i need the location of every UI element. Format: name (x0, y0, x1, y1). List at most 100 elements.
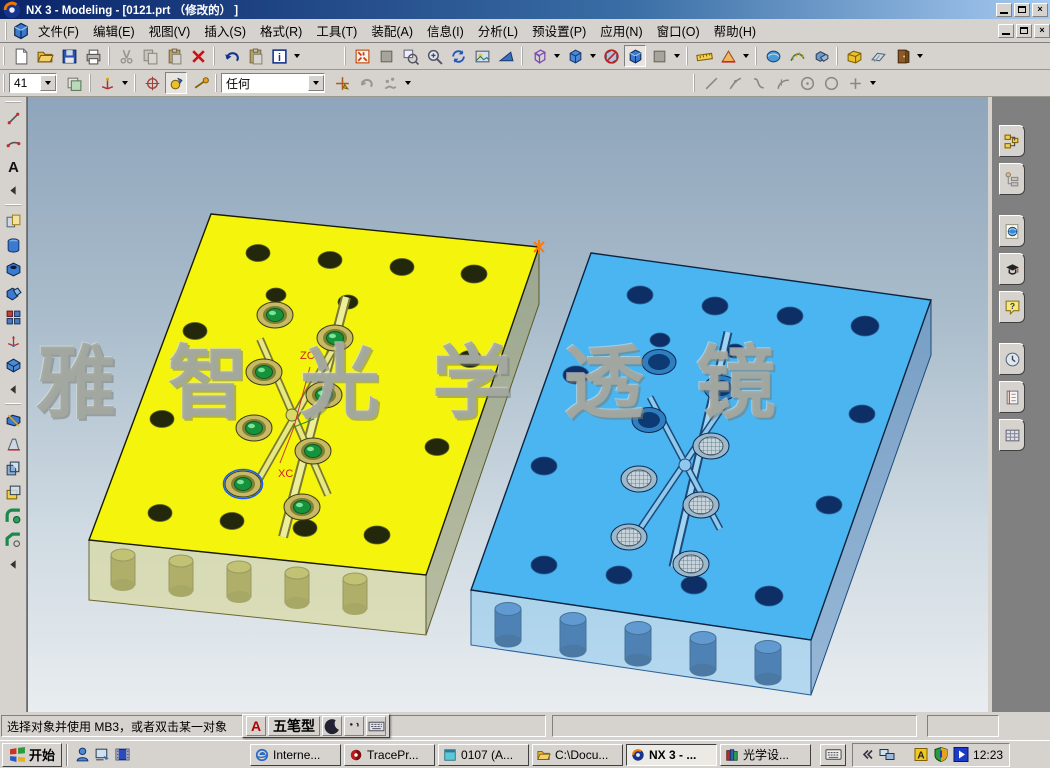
hidden-edge-button[interactable] (600, 45, 622, 67)
print-button[interactable] (82, 45, 104, 67)
sketch-arc-button[interactable] (2, 131, 24, 153)
network-icon[interactable] (879, 747, 895, 763)
curve-analysis-button[interactable] (786, 45, 808, 67)
layer-dropdown[interactable]: 41 (9, 73, 57, 93)
quicklaunch-messenger[interactable] (72, 745, 92, 765)
player-icon[interactable] (953, 747, 969, 763)
information-button[interactable]: i (268, 45, 290, 67)
shaded-button[interactable] (624, 45, 646, 67)
datum-plane-button[interactable] (2, 210, 24, 232)
undo-selection-button[interactable] (355, 72, 377, 94)
hole-button[interactable] (2, 258, 24, 280)
title-bar[interactable]: NX 3 - Modeling - [0121.prt （修改的） ] × (0, 0, 1050, 19)
rotate-view-button[interactable] (447, 45, 469, 67)
curve-circle-center-button[interactable] (796, 72, 818, 94)
csys-button[interactable] (2, 330, 24, 352)
paste-button[interactable] (163, 45, 185, 67)
zoom-button[interactable] (423, 45, 445, 67)
drag-button[interactable] (379, 72, 401, 94)
unite-button[interactable] (2, 282, 24, 304)
shaded-wireframe-button[interactable] (564, 45, 586, 67)
task-internet-explorer[interactable]: Interne... (250, 744, 341, 766)
yellow-mold-plate[interactable] (89, 214, 544, 635)
menu-edit[interactable]: 编辑(E) (86, 18, 142, 43)
cut-button[interactable] (115, 45, 137, 67)
selection-filter-dropdown[interactable]: 任何 (221, 73, 325, 93)
shell-button[interactable] (2, 457, 24, 479)
menu-file[interactable]: 文件(F) (31, 18, 86, 43)
quicklaunch-media-player[interactable] (112, 745, 132, 765)
minimize-button[interactable] (996, 3, 1012, 17)
more-features-button[interactable] (2, 378, 24, 400)
assembly-navigator-tab[interactable] (999, 125, 1025, 157)
curve-arc-button[interactable] (772, 72, 794, 94)
measure-angle-button[interactable] (717, 45, 739, 67)
menu-analysis[interactable]: 分析(L) (471, 18, 525, 43)
undo-button[interactable] (220, 45, 242, 67)
more-curves-button[interactable] (2, 179, 24, 201)
menu-window[interactable]: 窗口(O) (650, 18, 707, 43)
draft-button[interactable] (2, 433, 24, 455)
menu-application[interactable]: 应用(N) (593, 18, 649, 43)
table-tab[interactable] (999, 419, 1025, 451)
child-close-button[interactable]: × (1034, 24, 1050, 38)
menu-information[interactable]: 信息(I) (420, 18, 471, 43)
blue-mold-plate[interactable] (471, 253, 931, 695)
curve-point-button[interactable] (844, 72, 866, 94)
notebook-tab[interactable] (999, 381, 1025, 413)
transform-button[interactable] (244, 45, 266, 67)
layer-settings-button[interactable] (63, 72, 85, 94)
restore-button[interactable] (1014, 3, 1030, 17)
copy-button[interactable] (139, 45, 161, 67)
toolbar-overflow-icon[interactable] (294, 54, 300, 58)
web-browser-tab[interactable] (999, 215, 1025, 247)
section-analysis-button[interactable] (810, 45, 832, 67)
fit-view-button[interactable] (351, 45, 373, 67)
ime-punct-button[interactable] (344, 716, 364, 736)
chamfer-button[interactable] (2, 529, 24, 551)
task-0107[interactable]: 0107 (A... (438, 744, 529, 766)
snapshot-button[interactable] (471, 45, 493, 67)
ime-method-button[interactable]: 五笔型 (268, 716, 320, 736)
new-button[interactable] (10, 45, 32, 67)
extrude-button[interactable] (2, 234, 24, 256)
menu-preferences[interactable]: 预设置(P) (525, 18, 593, 43)
training-tab[interactable] (999, 253, 1025, 285)
keyboard-layout-button[interactable] (820, 744, 846, 766)
task-explorer-folder[interactable]: C:\Docu... (532, 744, 623, 766)
text-button[interactable]: A (2, 155, 24, 177)
task-optical-design[interactable]: 光学设... (720, 744, 811, 766)
wireframe-button[interactable] (528, 45, 550, 67)
offset-button[interactable] (2, 481, 24, 503)
start-button[interactable]: 开始 (2, 743, 62, 767)
curve-circle-button[interactable] (820, 72, 842, 94)
more-ops-button[interactable] (2, 553, 24, 575)
tray-expand-button[interactable] (859, 747, 875, 763)
menu-help[interactable]: 帮助(H) (707, 18, 763, 43)
edge-blend-button[interactable] (2, 505, 24, 527)
studio-button[interactable] (648, 45, 670, 67)
menu-grip[interactable] (5, 22, 8, 40)
ime-language-bar[interactable]: A 五笔型 (242, 714, 390, 738)
close-button[interactable]: × (1032, 3, 1048, 17)
shield-icon[interactable] (933, 747, 949, 763)
part-navigator-tab[interactable] (999, 163, 1025, 195)
menu-format[interactable]: 格式(R) (253, 18, 309, 43)
instance-button[interactable] (2, 306, 24, 328)
zoom-box-button[interactable] (399, 45, 421, 67)
face-analysis-button[interactable] (762, 45, 784, 67)
ime-lang-button[interactable]: A (246, 716, 266, 736)
alarm-icon[interactable]: A (913, 747, 929, 763)
task-nx3[interactable]: NX 3 - ... (626, 744, 717, 766)
delete-button[interactable] (187, 45, 209, 67)
wcs-dynamics-button[interactable] (96, 72, 118, 94)
measure-distance-button[interactable] (693, 45, 715, 67)
curve-line-button[interactable] (700, 72, 722, 94)
save-button[interactable] (58, 45, 80, 67)
snap-point-button[interactable] (165, 72, 187, 94)
menu-tools[interactable]: 工具(T) (309, 18, 364, 43)
end-point-button[interactable] (189, 72, 211, 94)
curve-spline-button[interactable] (748, 72, 770, 94)
perspective-button[interactable] (495, 45, 517, 67)
block-button[interactable] (2, 354, 24, 376)
